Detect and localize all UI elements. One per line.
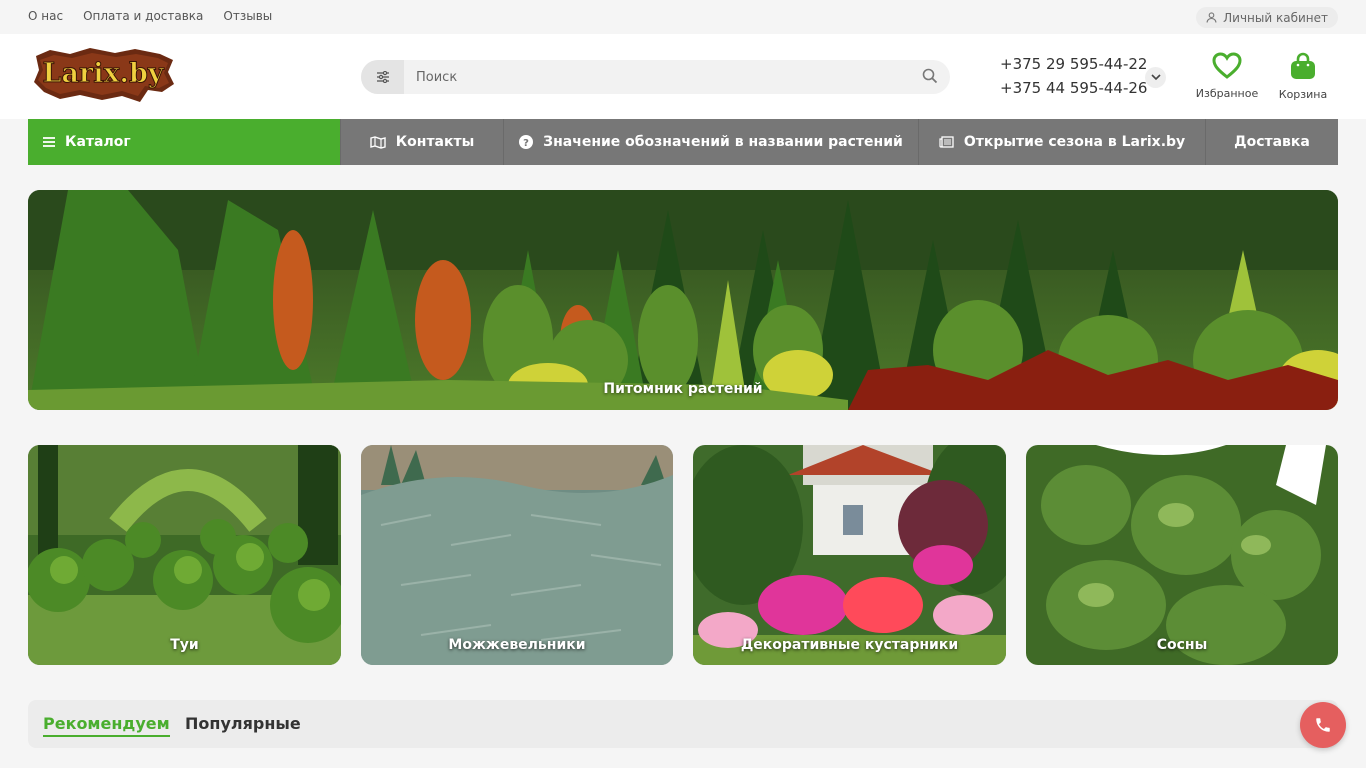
phone-1[interactable]: +375 29 595-44-22 (1000, 52, 1147, 76)
tab-recommended[interactable]: Рекомендуем (43, 714, 170, 737)
phone-2[interactable]: +375 44 595-44-26 (1000, 76, 1147, 100)
svg-text:?: ? (523, 138, 529, 149)
hero-caption: Питомник растений (603, 381, 763, 397)
junipers-image (361, 445, 673, 665)
top-link-about[interactable]: О нас (28, 9, 63, 23)
pines-image (1026, 445, 1338, 665)
chevron-down-icon (1150, 74, 1161, 81)
category-tile-pines[interactable]: Сосны (1026, 445, 1338, 665)
category-label: Декоративные кустарники (740, 637, 959, 653)
nav-catalog[interactable]: Каталог (28, 119, 341, 165)
main-nav: Каталог Контакты ? Значение обозначений … (28, 119, 1338, 165)
nav-season-opening[interactable]: Открытие сезона в Larix.by (919, 119, 1206, 165)
nav-name-meanings[interactable]: ? Значение обозначений в названии растен… (504, 119, 919, 165)
category-tile-junipers[interactable]: Можжевельники (361, 445, 673, 665)
hero-banner[interactable]: Питомник растений (28, 190, 1338, 410)
favorites-label: Избранное (1195, 87, 1259, 100)
top-link-payment-delivery[interactable]: Оплата и доставка (83, 9, 203, 23)
header: Larix.by +375 29 595-44-22 +375 44 595-4… (0, 34, 1366, 119)
map-icon (370, 135, 386, 149)
top-links: О нас Оплата и доставка Отзывы (28, 9, 272, 23)
nav-contacts[interactable]: Контакты (341, 119, 504, 165)
account-label: Личный кабинет (1223, 10, 1328, 25)
category-tile-shrubs[interactable]: Декоративные кустарники (693, 445, 1006, 665)
phone-icon (1316, 718, 1330, 732)
search-input[interactable] (404, 60, 904, 94)
nav-season-opening-label: Открытие сезона в Larix.by (963, 134, 1186, 150)
top-link-reviews[interactable]: Отзывы (223, 9, 272, 23)
question-circle-icon: ? (519, 135, 534, 149)
top-bar: О нас Оплата и доставка Отзывы Личный ка… (0, 0, 1366, 34)
favorites-button[interactable]: Избранное (1195, 52, 1259, 100)
cart-label: Корзина (1278, 88, 1328, 101)
phones: +375 29 595-44-22 +375 44 595-44-26 (1000, 52, 1147, 100)
phones-dropdown-toggle[interactable] (1145, 67, 1166, 88)
tab-popular[interactable]: Популярные (185, 714, 301, 735)
heart-icon (1212, 52, 1242, 79)
search-filter-button[interactable] (361, 60, 404, 94)
thuja-image (28, 445, 341, 665)
menu-icon (43, 137, 55, 147)
search-icon (922, 68, 938, 84)
logo[interactable]: Larix.by (30, 46, 176, 106)
category-label: Туи (170, 637, 199, 653)
cart-button[interactable]: Корзина (1276, 52, 1330, 101)
category-tile-thuja[interactable]: Туи (28, 445, 341, 665)
nav-catalog-label: Каталог (65, 134, 131, 150)
call-button[interactable] (1300, 702, 1346, 748)
product-tabs: Рекомендуем Популярные (28, 700, 1338, 748)
account-button[interactable]: Личный кабинет (1196, 7, 1338, 28)
nav-delivery-label: Доставка (1234, 134, 1310, 150)
shrubs-image (693, 445, 1006, 665)
user-icon (1206, 12, 1217, 23)
category-label: Можжевельники (448, 637, 586, 653)
svg-text:Larix.by: Larix.by (42, 58, 164, 89)
search-bar (361, 60, 950, 94)
hero-image (28, 190, 1338, 410)
shopping-bag-icon (1291, 52, 1315, 79)
nav-delivery[interactable]: Доставка (1206, 119, 1338, 165)
nav-contacts-label: Контакты (395, 134, 475, 150)
newspaper-icon (939, 136, 954, 148)
search-button[interactable] (922, 68, 940, 86)
category-label: Сосны (1156, 637, 1208, 653)
sliders-icon (376, 71, 389, 83)
nav-name-meanings-label: Значение обозначений в названии растений (543, 134, 903, 150)
